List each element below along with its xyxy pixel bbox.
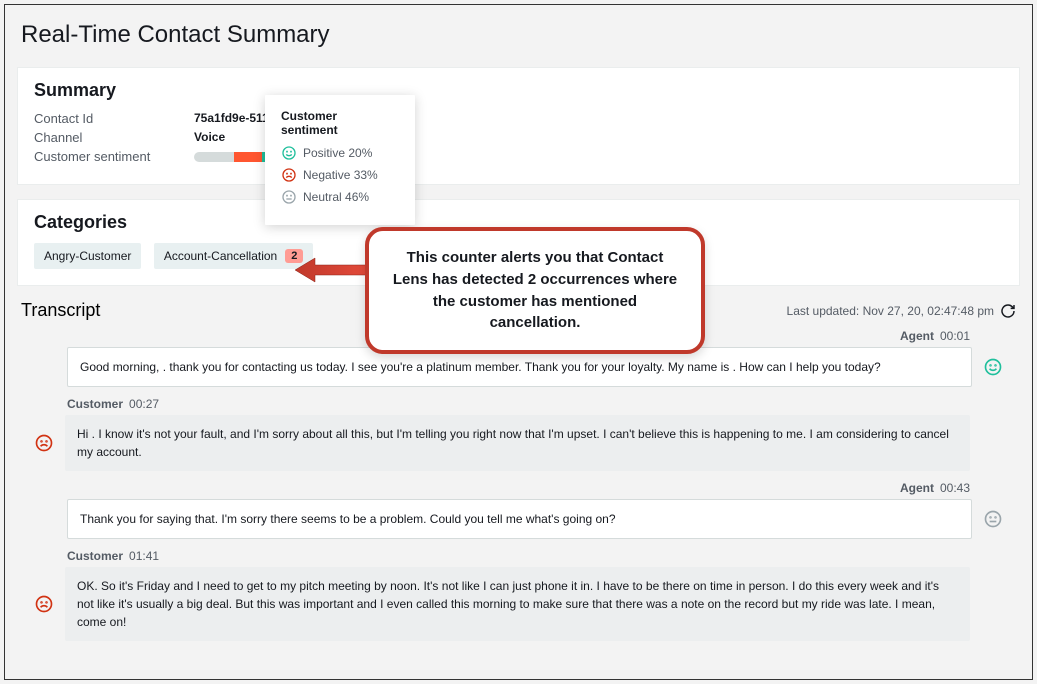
summary-heading: Summary [34,80,1003,101]
contact-id-label: Contact Id [34,111,194,126]
category-label: Angry-Customer [44,249,131,263]
contact-id-value: 75a1fd9e-511 [194,111,269,126]
sentiment-icon-positive [982,357,1004,377]
channel-label: Channel [34,130,194,145]
transcript-bubble: Thank you for saying that. I'm sorry the… [67,499,972,539]
speaker-label: Customer [67,397,123,411]
sentiment-icon-negative [33,433,55,453]
neutral-face-icon [281,189,297,205]
category-angry-customer[interactable]: Angry-Customer [34,243,141,269]
neutral-label: Neutral 46% [303,190,369,204]
page-title: Real-Time Contact Summary [5,17,1032,67]
sentiment-label: Customer sentiment [34,149,194,164]
timestamp: 01:41 [129,549,159,563]
channel-value: Voice [194,130,225,145]
category-account-cancellation[interactable]: Account-Cancellation 2 [154,243,314,269]
callout-text: This counter alerts you that Contact Len… [391,247,679,334]
sentiment-icon-negative [33,594,55,614]
transcript-bubble: OK. So it's Friday and I need to get to … [65,567,970,641]
sentiment-popover-heading: Customer sentiment [281,109,397,137]
category-label: Account-Cancellation [164,249,277,263]
speaker-label: Agent [900,329,934,343]
sentiment-icon-neutral [982,509,1004,529]
speaker-label: Customer [67,549,123,563]
annotation-arrow-icon [295,255,375,285]
sentiment-popover: Customer sentiment Positive 20% Negative… [265,95,415,225]
positive-label: Positive 20% [303,146,372,160]
refresh-icon[interactable] [1000,303,1016,319]
timestamp: 00:27 [129,397,159,411]
frown-icon [281,167,297,183]
transcript-bubble: Hi . I know it's not your fault, and I'm… [65,415,970,471]
timestamp: 00:01 [940,329,970,343]
smile-icon [281,145,297,161]
annotation-callout: This counter alerts you that Contact Len… [365,227,705,354]
negative-label: Negative 33% [303,168,378,182]
transcript-heading: Transcript [21,300,100,321]
last-updated-label: Last updated: Nov 27, 20, 02:47:48 pm [787,304,994,318]
timestamp: 00:43 [940,481,970,495]
speaker-label: Agent [900,481,934,495]
summary-panel: Summary Contact Id 75a1fd9e-511 Channel … [17,67,1020,185]
